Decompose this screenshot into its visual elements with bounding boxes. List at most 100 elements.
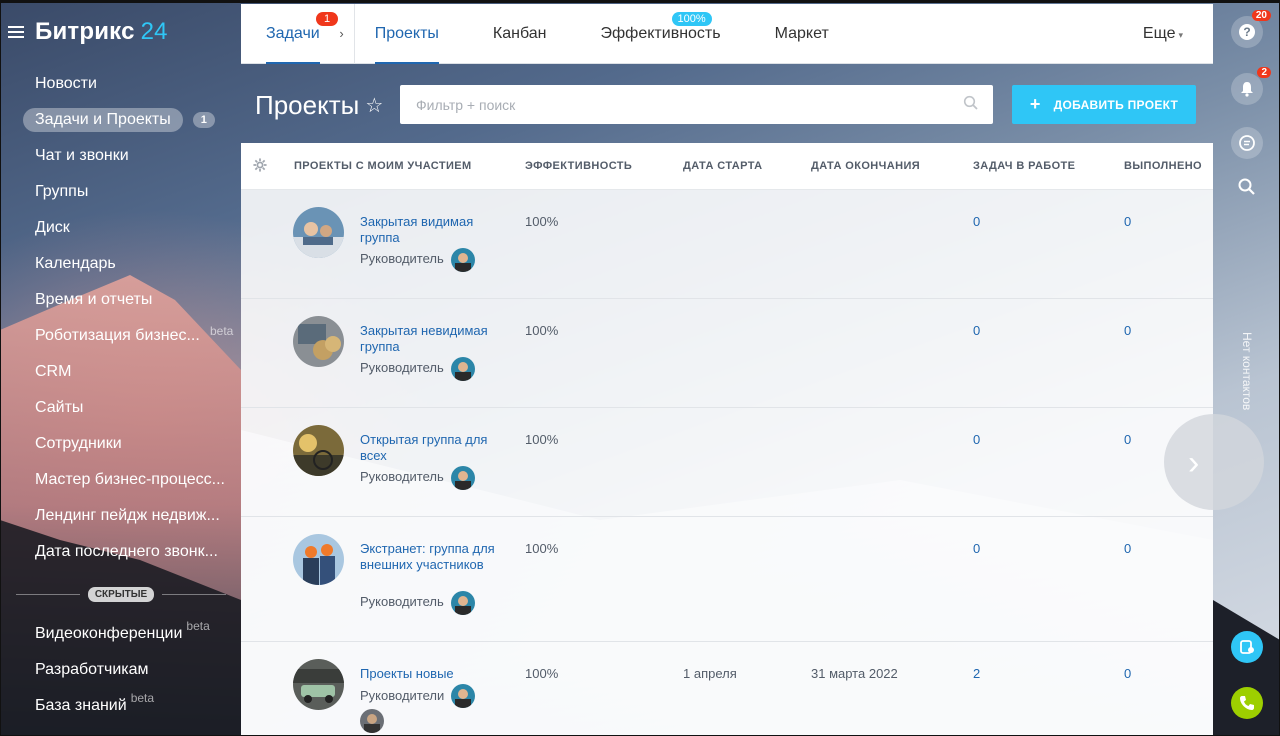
column-header-start-date[interactable]: ДАТА СТАРТА xyxy=(683,160,762,172)
sidebar-item-bp-master[interactable]: Мастер бизнес-процесс... xyxy=(23,462,233,498)
user-avatar[interactable] xyxy=(360,709,384,733)
gear-icon[interactable] xyxy=(253,158,267,172)
project-role: Руководители xyxy=(360,688,445,703)
sidebar-item-label: Видеоконференции xyxy=(35,625,183,642)
project-avatar[interactable] xyxy=(293,659,344,710)
counter-badge: 1 xyxy=(316,11,339,26)
end-date-value: 31 марта 2022 xyxy=(811,666,898,681)
tasks-done-link[interactable]: 0 xyxy=(1124,432,1131,447)
sidebar-item-disk[interactable]: Диск xyxy=(23,210,233,246)
sidebar-item-tasks[interactable]: Задачи и Проекты 1 xyxy=(23,102,233,138)
tab-label: Эффективность xyxy=(600,24,721,42)
start-date-value: 1 апреля xyxy=(683,666,737,681)
project-name-link[interactable]: Открытая группа для всех xyxy=(360,432,500,463)
chat-button[interactable] xyxy=(1231,127,1263,159)
sidebar-item-label: База знаний xyxy=(35,697,127,714)
tab-projects[interactable]: Проекты xyxy=(355,4,466,64)
tab-market[interactable]: Маркет xyxy=(748,4,856,64)
table-row[interactable]: Закрытая видимая группа Руководитель 100… xyxy=(241,190,1213,299)
tab-kanban[interactable]: Канбан xyxy=(466,4,574,64)
tasks-in-work-link[interactable]: 0 xyxy=(973,323,980,338)
sidebar-item-label: Дата последнего звонк... xyxy=(35,543,218,560)
add-project-button[interactable]: + ДОБАВИТЬ ПРОЕКТ xyxy=(1012,85,1196,124)
plus-icon: + xyxy=(1029,94,1041,114)
tasks-done-link[interactable]: 0 xyxy=(1124,323,1131,338)
sidebar-item-crm[interactable]: CRM xyxy=(23,354,233,390)
table-row[interactable]: Экстранет: группа для внешних участников… xyxy=(241,517,1213,642)
sidebar-item-calendar[interactable]: Календарь xyxy=(23,246,233,282)
tasks-in-work-link[interactable]: 0 xyxy=(973,432,980,447)
global-search-button[interactable] xyxy=(1231,171,1263,203)
help-counter-badge: 20 xyxy=(1251,10,1271,21)
project-name-link[interactable]: Экстранет: группа для внешних участников xyxy=(360,541,500,572)
sidebar-item-knowledge-base[interactable]: База знаний beta xyxy=(23,688,233,724)
project-avatar[interactable] xyxy=(293,534,344,585)
more-menu-button[interactable]: Еще ▾ xyxy=(1143,25,1213,43)
no-contacts-label: Нет контактов xyxy=(1240,332,1254,411)
sidebar-item-groups[interactable]: Группы xyxy=(23,174,233,210)
column-header-in-work[interactable]: ЗАДАЧ В РАБОТЕ xyxy=(973,160,1075,172)
sidebar-item-chat[interactable]: Чат и звонки xyxy=(23,138,233,174)
search-icon[interactable] xyxy=(963,95,979,111)
sidebar-item-employees[interactable]: Сотрудники xyxy=(23,426,233,462)
sidebar-item-robotization[interactable]: Роботизация бизнес... beta xyxy=(23,318,233,354)
sidebar-item-last-call[interactable]: Дата последнего звонк... xyxy=(23,534,233,570)
table-row[interactable]: Закрытая невидимая группа Руководитель 1… xyxy=(241,299,1213,408)
user-avatar[interactable] xyxy=(451,684,475,708)
sidebar-item-sites[interactable]: Сайты xyxy=(23,390,233,426)
sidebar-item-videoconf[interactable]: Видеоконференции beta xyxy=(23,616,233,652)
table-row[interactable]: Открытая группа для всех Руководитель 10… xyxy=(241,408,1213,517)
hamburger-menu-icon[interactable] xyxy=(8,25,26,39)
user-avatar[interactable] xyxy=(451,248,475,272)
tasks-done-link[interactable]: 0 xyxy=(1124,541,1131,556)
tasks-in-work-link[interactable]: 2 xyxy=(973,666,980,681)
page-title-text: Проекты xyxy=(255,90,360,120)
search-input[interactable]: Фильтр + поиск xyxy=(400,85,993,124)
tasks-in-work-link[interactable]: 0 xyxy=(973,214,980,229)
project-name-link[interactable]: Закрытая видимая группа xyxy=(360,214,500,245)
sidebar-item-landing[interactable]: Лендинг пейдж недвиж... xyxy=(23,498,233,534)
project-avatar[interactable] xyxy=(293,425,344,476)
tab-tasks[interactable]: Задачи 1 › xyxy=(241,3,355,64)
tasks-done-link[interactable]: 0 xyxy=(1124,666,1131,681)
sidebar-item-label: Задачи и Проекты xyxy=(23,108,183,132)
counter-badge: 1 xyxy=(192,112,215,128)
tab-label: Канбан xyxy=(492,24,547,42)
sidebar-item-label: Мастер бизнес-процесс... xyxy=(35,471,225,488)
add-project-label: ДОБАВИТЬ ПРОЕКТ xyxy=(1053,97,1179,112)
user-avatar[interactable] xyxy=(451,466,475,490)
notifications-button[interactable]: 2 xyxy=(1231,67,1271,105)
logo[interactable]: Битрикс 24 xyxy=(35,18,168,46)
project-avatar[interactable] xyxy=(293,207,344,258)
sidebar-item-developers[interactable]: Разработчикам xyxy=(23,652,233,688)
sidebar-item-time-reports[interactable]: Время и отчеты xyxy=(23,282,233,318)
contact-center-icon xyxy=(1240,640,1254,654)
chevron-right-icon: › xyxy=(1188,444,1200,482)
project-name-link[interactable]: Проекты новые xyxy=(360,666,500,682)
svg-text:?: ? xyxy=(1243,25,1250,39)
column-header-efficiency[interactable]: ЭФФЕКТИВНОСТЬ xyxy=(525,160,632,172)
column-header-projects[interactable]: ПРОЕКТЫ С МОИМ УЧАСТИЕМ xyxy=(294,160,472,172)
phone-icon xyxy=(1240,696,1254,710)
project-name-link[interactable]: Закрытая невидимая группа xyxy=(360,323,500,354)
contact-center-button[interactable] xyxy=(1231,631,1263,663)
tasks-done-link[interactable]: 0 xyxy=(1124,214,1131,229)
user-avatar[interactable] xyxy=(451,357,475,381)
star-icon[interactable]: ☆ xyxy=(365,93,383,118)
project-avatar[interactable] xyxy=(293,316,344,367)
user-avatar[interactable] xyxy=(451,591,475,615)
table-header: ПРОЕКТЫ С МОИМ УЧАСТИЕМ ЭФФЕКТИВНОСТЬ ДА… xyxy=(241,143,1213,190)
hidden-items-toggle[interactable]: СКРЫТЫЕ xyxy=(87,586,155,602)
column-header-done[interactable]: ВЫПОЛНЕНО xyxy=(1124,160,1202,172)
call-button[interactable] xyxy=(1231,687,1263,719)
sidebar-item-news[interactable]: Новости xyxy=(23,66,233,102)
tasks-in-work-link[interactable]: 0 xyxy=(973,541,980,556)
column-header-end-date[interactable]: ДАТА ОКОНЧАНИЯ xyxy=(811,160,920,172)
sidebar-item-label: Сайты xyxy=(35,399,84,416)
help-button[interactable]: ? 20 xyxy=(1231,10,1271,48)
table-row[interactable]: Проекты новые Руководители 100% 1 апреля… xyxy=(241,642,1213,736)
page-title: Проекты ☆ xyxy=(255,90,383,121)
logo-row: Битрикс 24 xyxy=(8,18,168,46)
notifications-counter-badge: 2 xyxy=(1257,67,1271,78)
tab-efficiency[interactable]: Эффективность 100% xyxy=(574,4,748,64)
